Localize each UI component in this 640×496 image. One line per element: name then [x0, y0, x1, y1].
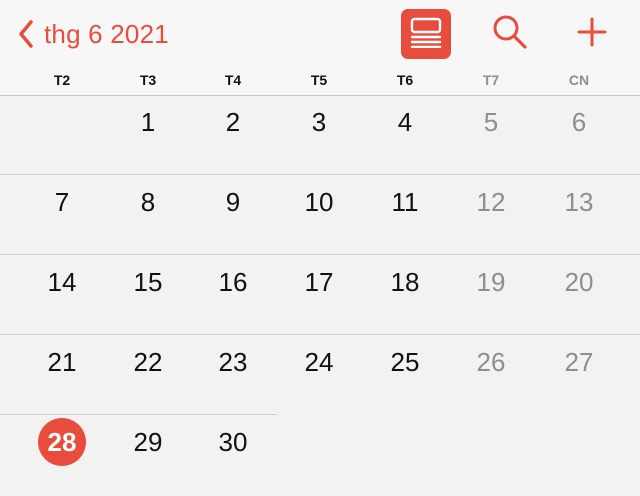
- day-cell[interactable]: 7: [38, 178, 86, 226]
- day-cell[interactable]: 22: [124, 338, 172, 386]
- week-row-divider: [0, 174, 640, 175]
- day-cell[interactable]: 24: [295, 338, 343, 386]
- day-cell[interactable]: 6: [555, 98, 603, 146]
- day-cell[interactable]: 3: [295, 98, 343, 146]
- weekday-label-cn: CN: [568, 72, 590, 88]
- search-button[interactable]: [489, 13, 531, 55]
- week-row-divider: [0, 254, 640, 255]
- day-cell[interactable]: 10: [295, 178, 343, 226]
- day-cell[interactable]: 26: [467, 338, 515, 386]
- weekday-label-t3: T3: [139, 72, 157, 88]
- weekday-label-t4: T4: [224, 72, 242, 88]
- day-cell[interactable]: 23: [209, 338, 257, 386]
- day-cell[interactable]: 15: [124, 258, 172, 306]
- day-cell[interactable]: 25: [381, 338, 429, 386]
- week-row-divider: [0, 414, 277, 415]
- weekday-header-row: T2 T3 T4 T5 T6 T7 CN: [0, 72, 640, 88]
- day-cell[interactable]: 2: [209, 98, 257, 146]
- search-icon: [492, 14, 528, 55]
- day-cell[interactable]: 27: [555, 338, 603, 386]
- list-view-button[interactable]: [401, 9, 451, 59]
- month-label: thg 6 2021: [44, 18, 169, 49]
- day-cell[interactable]: 12: [467, 178, 515, 226]
- day-cell[interactable]: 5: [467, 98, 515, 146]
- chevron-left-icon: [16, 18, 36, 50]
- day-cell[interactable]: 1: [124, 98, 172, 146]
- day-cell[interactable]: 18: [381, 258, 429, 306]
- weekday-label-t7: T7: [482, 72, 500, 88]
- day-cell[interactable]: 8: [124, 178, 172, 226]
- month-grid: 1 2 3 4 5 6 7 8 9 10 11 12 13 14 15 16 17 18 19 20 21 22 23 24 2…: [0, 96, 640, 496]
- day-cell[interactable]: 21: [38, 338, 86, 386]
- day-cell-today[interactable]: 28: [38, 418, 86, 466]
- day-cell[interactable]: 9: [209, 178, 257, 226]
- weekday-label-t2: T2: [53, 72, 71, 88]
- weekday-label-t5: T5: [310, 72, 328, 88]
- day-cell[interactable]: 13: [555, 178, 603, 226]
- plus-icon: [576, 16, 608, 53]
- calendar-header: thg 6 2021 T2 T3 T4 T5 T6 T7 CN: [0, 0, 640, 96]
- day-cell[interactable]: 20: [555, 258, 603, 306]
- back-to-year-button[interactable]: thg 6 2021: [16, 14, 169, 54]
- day-cell[interactable]: 29: [124, 418, 172, 466]
- day-cell[interactable]: 14: [38, 258, 86, 306]
- day-cell[interactable]: 17: [295, 258, 343, 306]
- day-cell[interactable]: 19: [467, 258, 515, 306]
- day-cell[interactable]: 4: [381, 98, 429, 146]
- weekday-label-t6: T6: [396, 72, 414, 88]
- list-view-icon: [409, 16, 443, 53]
- add-event-button[interactable]: [571, 13, 613, 55]
- day-cell[interactable]: 16: [209, 258, 257, 306]
- day-cell[interactable]: 11: [381, 178, 429, 226]
- week-row-divider: [0, 334, 640, 335]
- day-cell[interactable]: 30: [209, 418, 257, 466]
